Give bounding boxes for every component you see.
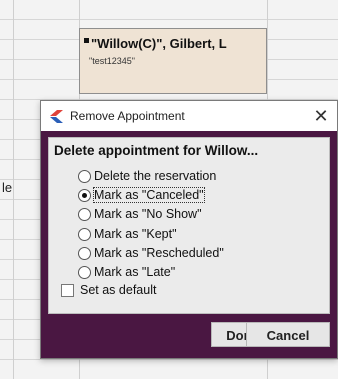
radio-button[interactable] [78,227,91,241]
option-label: Delete the reservation [94,169,217,183]
appointment-title: "Willow(C)", Gilbert, L [91,36,227,51]
remove-appointment-dialog: Remove Appointment ✕ Delete appointment … [40,100,338,359]
option-label: Mark as "Canceled" [93,187,205,203]
grid-column-divider [13,0,14,379]
option-mark-rescheduled[interactable]: Mark as "Rescheduled" [78,244,224,262]
option-label: Mark as "Late" [94,265,176,279]
set-default-label: Set as default [80,283,157,297]
dialog-title: Remove Appointment [70,109,185,123]
panel-heading: Delete appointment for Willow... [54,143,259,158]
appointment-subtitle: "test12345" [89,56,135,66]
dialog-body: Delete appointment for Willow... Delete … [41,131,337,358]
radio-button[interactable] [78,207,91,221]
option-mark-no-show[interactable]: Mark as "No Show" [78,205,202,223]
option-label: Mark as "Kept" [94,227,177,241]
option-label: Mark as "Rescheduled" [94,246,224,260]
calendar-edge-label: le [2,180,13,195]
radio-button[interactable] [78,265,91,279]
options-panel: Delete appointment for Willow... Delete … [48,137,330,314]
radio-button-selected[interactable] [78,188,91,202]
app-logo-icon [50,110,63,123]
radio-button[interactable] [78,246,91,260]
dialog-titlebar[interactable]: Remove Appointment ✕ [41,101,337,131]
option-delete-reservation[interactable]: Delete the reservation [78,167,216,185]
option-mark-late[interactable]: Mark as "Late" [78,263,175,281]
appointment-marker [84,38,89,43]
set-default-checkbox[interactable] [61,283,74,297]
set-default-row[interactable]: Set as default [61,282,156,298]
option-mark-canceled[interactable]: Mark as "Canceled" [78,186,205,204]
option-label: Mark as "No Show" [94,207,202,221]
close-button[interactable]: ✕ [305,101,337,131]
option-mark-kept[interactable]: Mark as "Kept" [78,225,177,243]
cancel-button[interactable]: Cancel [246,322,330,347]
appointment-block[interactable]: "Willow(C)", Gilbert, L "test12345" [79,28,267,94]
radio-button[interactable] [78,169,91,183]
